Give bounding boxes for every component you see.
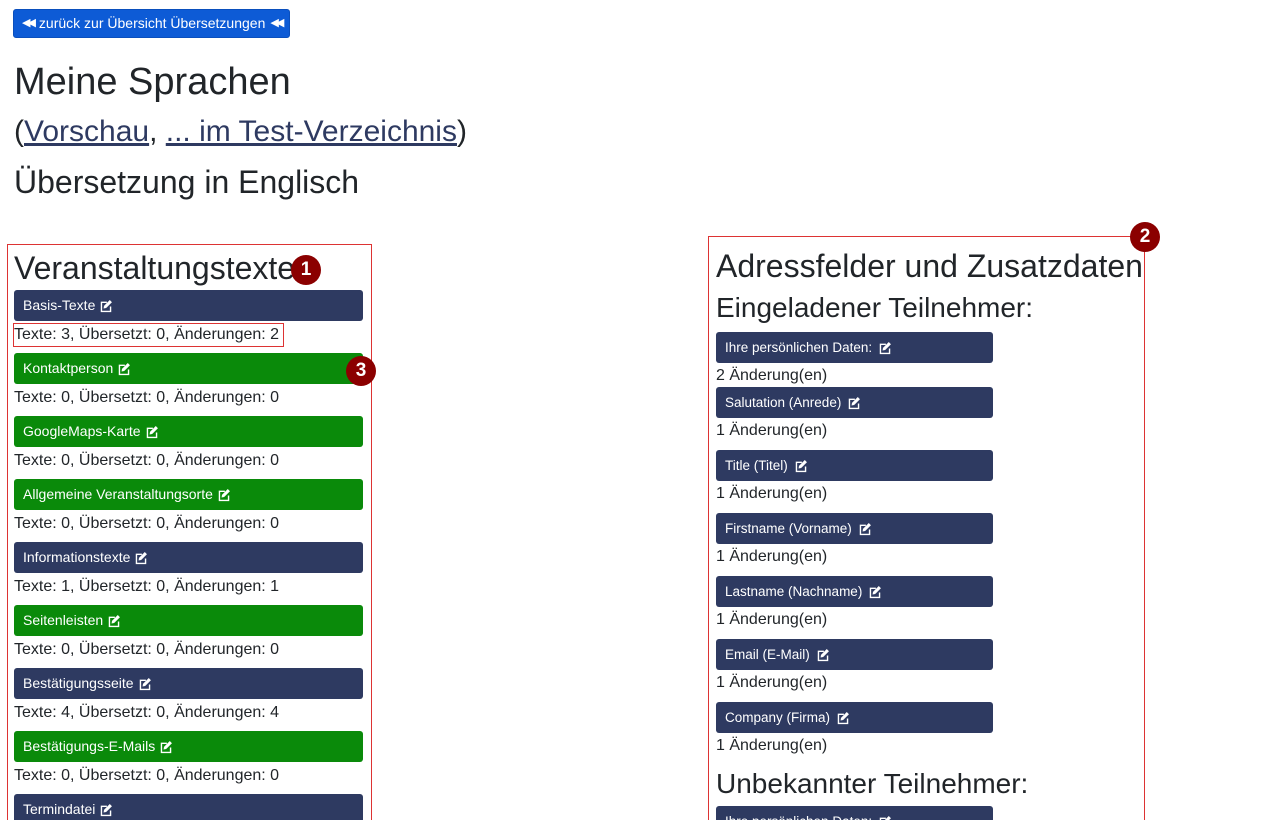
preview-link[interactable]: Vorschau <box>24 115 149 148</box>
section-stats: Texte: 4, Übersetzt: 0, Änderungen: 4 <box>14 704 280 721</box>
field-button-email[interactable]: Email (E-Mail) <box>716 639 993 670</box>
field-stats: 1 Änderung(en) <box>716 674 828 691</box>
edit-icon <box>139 677 151 690</box>
field-button-label: Company (Firma) <box>725 710 831 725</box>
section-button-label: Bestätigungs-E-Mails <box>23 738 156 754</box>
section-button-bestaetigungs-emails[interactable]: Bestätigungs-E-Mails <box>14 731 363 762</box>
section-stats: Texte: 0, Übersetzt: 0, Änderungen: 0 <box>14 641 280 658</box>
annotation-badge-3: 3 <box>346 356 376 386</box>
section-button-basis-texte[interactable]: Basis-Texte <box>14 290 363 321</box>
field-button-label: Ihre persönlichen Daten: <box>725 806 872 820</box>
page-title: Meine Sprachen <box>14 61 291 103</box>
address-fields-title: Adressfelder und Zusatzdaten <box>716 248 1143 284</box>
field-stats: 1 Änderung(en) <box>716 485 828 502</box>
section-stats: Texte: 3, Übersetzt: 0, Änderungen: 2 <box>13 323 285 347</box>
section-button-seitenleisten[interactable]: Seitenleisten <box>14 605 363 636</box>
section-button-termindatei[interactable]: Termindatei <box>14 794 363 820</box>
annotation-badge-1: 1 <box>291 255 321 285</box>
double-arrow-left-icon: ◀◀ <box>270 17 284 29</box>
back-button-label: zurück zur Übersicht Übersetzungen <box>38 15 266 31</box>
section-button-label: Bestätigungsseite <box>23 675 134 691</box>
invited-participant-title: Eingeladener Teilnehmer: <box>716 292 1034 323</box>
separator: , <box>149 115 166 148</box>
field-button-salutation[interactable]: Salutation (Anrede) <box>716 387 993 418</box>
paren-close: ) <box>456 115 467 148</box>
field-button-unknown-personal-data[interactable]: Ihre persönlichen Daten: <box>716 806 993 820</box>
edit-icon <box>879 341 892 354</box>
edit-icon <box>161 740 173 753</box>
edit-icon <box>795 459 807 472</box>
edit-icon <box>101 803 113 816</box>
field-button-title[interactable]: Title (Titel) <box>716 450 993 481</box>
field-button-firstname[interactable]: Firstname (Vorname) <box>716 513 993 544</box>
field-button-label: Title (Titel) <box>725 458 788 473</box>
preview-links: (Vorschau, ... im Test-Verzeichnis) <box>14 110 467 154</box>
edit-icon <box>218 488 230 501</box>
edit-icon <box>859 522 871 535</box>
double-arrow-left-icon: ◀◀ <box>22 17 36 29</box>
edit-icon <box>119 362 131 375</box>
field-button-label: Salutation (Anrede) <box>725 395 842 410</box>
edit-icon <box>146 425 158 438</box>
section-button-googlemaps[interactable]: GoogleMaps-Karte <box>14 416 363 447</box>
field-stats: 2 Änderung(en) <box>716 367 828 384</box>
edit-icon <box>870 585 882 598</box>
edit-icon <box>108 614 121 627</box>
back-to-overview-button[interactable]: ◀◀ zurück zur Übersicht Übersetzungen ◀◀ <box>13 9 291 38</box>
field-button-lastname[interactable]: Lastname (Nachname) <box>716 576 993 607</box>
section-button-kontaktperson[interactable]: Kontaktperson <box>14 353 363 384</box>
unknown-participant-title: Unbekannter Teilnehmer: <box>716 768 1029 799</box>
section-button-veranstaltungsorte[interactable]: Allgemeine Veranstaltungsorte <box>14 479 363 510</box>
field-button-label: Firstname (Vorname) <box>725 521 852 536</box>
field-button-personal-data[interactable]: Ihre persönlichen Daten: <box>716 332 993 363</box>
field-button-label: Lastname (Nachname) <box>725 584 863 599</box>
section-button-label: Informationstexte <box>23 549 131 565</box>
page-subtitle: Übersetzung in Englisch <box>14 164 360 200</box>
section-button-label: Seitenleisten <box>23 612 104 628</box>
section-stats: Texte: 0, Übersetzt: 0, Änderungen: 0 <box>14 767 280 784</box>
test-directory-link[interactable]: ... im Test-Verzeichnis <box>166 115 457 148</box>
section-stats: Texte: 1, Übersetzt: 0, Änderungen: 1 <box>14 578 280 595</box>
field-button-company[interactable]: Company (Firma) <box>716 702 993 733</box>
edit-icon <box>136 551 148 564</box>
edit-icon <box>879 815 892 820</box>
section-stats: Texte: 0, Übersetzt: 0, Änderungen: 0 <box>14 452 280 469</box>
section-button-informationstexte[interactable]: Informationstexte <box>14 542 363 573</box>
section-button-label: GoogleMaps-Karte <box>23 423 141 439</box>
edit-icon <box>837 711 849 724</box>
section-button-label: Allgemeine Veranstaltungsorte <box>23 486 213 502</box>
section-button-label: Kontaktperson <box>23 360 114 376</box>
section-stats: Texte: 0, Übersetzt: 0, Änderungen: 0 <box>14 515 280 532</box>
field-stats: 1 Änderung(en) <box>716 737 828 754</box>
field-button-label: Email (E-Mail) <box>725 647 810 662</box>
section-button-bestaetigungsseite[interactable]: Bestätigungsseite <box>14 668 363 699</box>
edit-icon <box>817 648 829 661</box>
section-button-label: Termindatei <box>23 801 96 817</box>
edit-icon <box>849 396 861 409</box>
section-button-label: Basis-Texte <box>23 297 96 313</box>
page: ◀◀ zurück zur Übersicht Übersetzungen ◀◀… <box>0 0 1280 820</box>
field-stats: 1 Änderung(en) <box>716 548 828 565</box>
annotation-badge-2: 2 <box>1130 222 1160 252</box>
field-stats: 1 Änderung(en) <box>716 422 828 439</box>
edit-icon <box>101 299 113 312</box>
field-stats: 1 Änderung(en) <box>716 611 828 628</box>
event-texts-title: Veranstaltungstexte <box>14 250 296 286</box>
section-stats: Texte: 0, Übersetzt: 0, Änderungen: 0 <box>14 389 280 406</box>
paren-open: ( <box>14 115 24 148</box>
field-button-label: Ihre persönlichen Daten: <box>725 340 873 355</box>
